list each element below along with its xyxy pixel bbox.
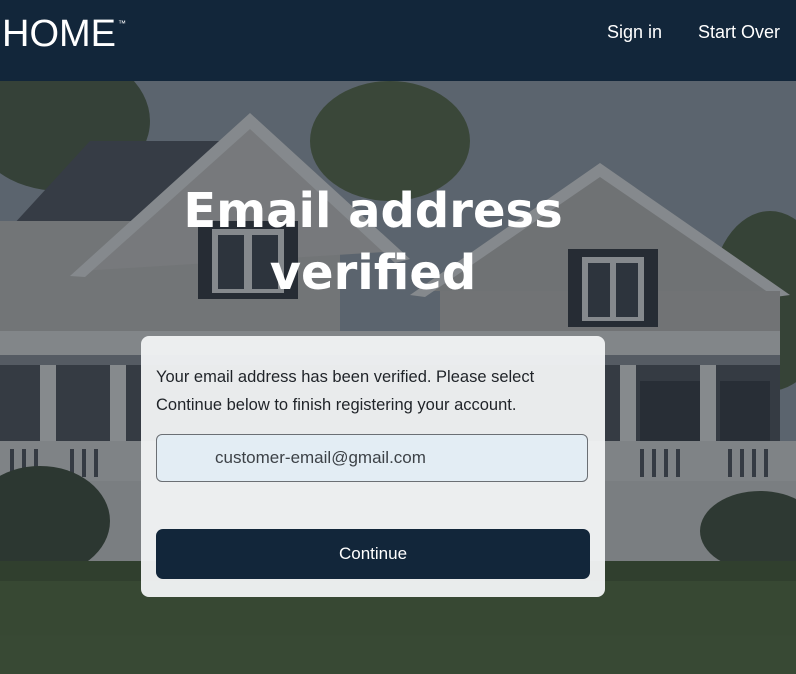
email-field[interactable] xyxy=(156,434,588,482)
logo-text: HOME xyxy=(2,13,116,55)
header-bar: HOME ™ Sign in Start Over xyxy=(0,0,796,81)
start-over-link[interactable]: Start Over xyxy=(698,22,780,43)
logo[interactable]: HOME ™ xyxy=(2,12,126,66)
sign-in-link[interactable]: Sign in xyxy=(607,22,662,43)
continue-button[interactable]: Continue xyxy=(156,529,590,579)
page-title: Email address verified xyxy=(183,183,563,301)
verification-card: Your email address has been verified. Pl… xyxy=(141,336,605,597)
verification-message: Your email address has been verified. Pl… xyxy=(156,368,535,414)
logo-trademark: ™ xyxy=(118,19,126,28)
